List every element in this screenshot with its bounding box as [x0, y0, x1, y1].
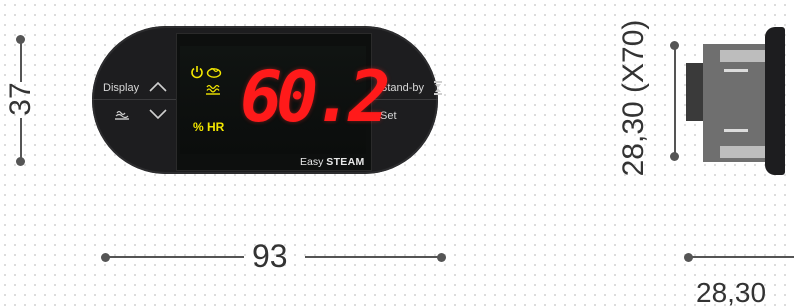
side-view-clip-upper	[724, 69, 748, 72]
humidity-indicator-icon	[206, 84, 220, 95]
dim-side-height-bottom-dot	[670, 152, 679, 161]
dim-side-width-label: 28,30	[696, 277, 767, 308]
dim-side-width-line	[688, 256, 794, 258]
dim-side-height-line	[674, 45, 676, 155]
side-view-face	[765, 27, 785, 175]
steam-icon	[206, 67, 222, 78]
dim-width-label: 93	[252, 238, 288, 274]
side-view-connector	[686, 63, 704, 121]
humidifier-icon[interactable]	[114, 107, 130, 121]
power-icon	[191, 66, 203, 79]
dim-width-right-dot	[437, 253, 446, 262]
dim-width-line-left	[106, 256, 244, 258]
side-view-body-bottom	[720, 146, 765, 158]
brand-label: Easy STEAM	[300, 156, 365, 168]
lcd-readout: 60.2	[240, 56, 391, 138]
dim-height-bottom-dot	[16, 157, 25, 166]
dim-width-line-right	[305, 256, 440, 258]
dim-side-height-label: 28,30 (X70)	[617, 19, 650, 177]
unit-label: % HR	[193, 120, 225, 134]
brand-light: Easy	[300, 156, 324, 168]
chevron-up-icon[interactable]	[148, 80, 168, 94]
display-button-label[interactable]: Display	[103, 82, 139, 94]
brand-bold: STEAM	[326, 156, 365, 168]
chevron-down-icon[interactable]	[148, 107, 168, 121]
side-view-body-top	[720, 50, 765, 62]
standby-icon[interactable]	[432, 80, 444, 96]
standby-button-label[interactable]: Stand-by	[380, 82, 424, 94]
dim-height-line-bottom	[20, 118, 22, 160]
side-view-clip-lower	[724, 129, 748, 132]
